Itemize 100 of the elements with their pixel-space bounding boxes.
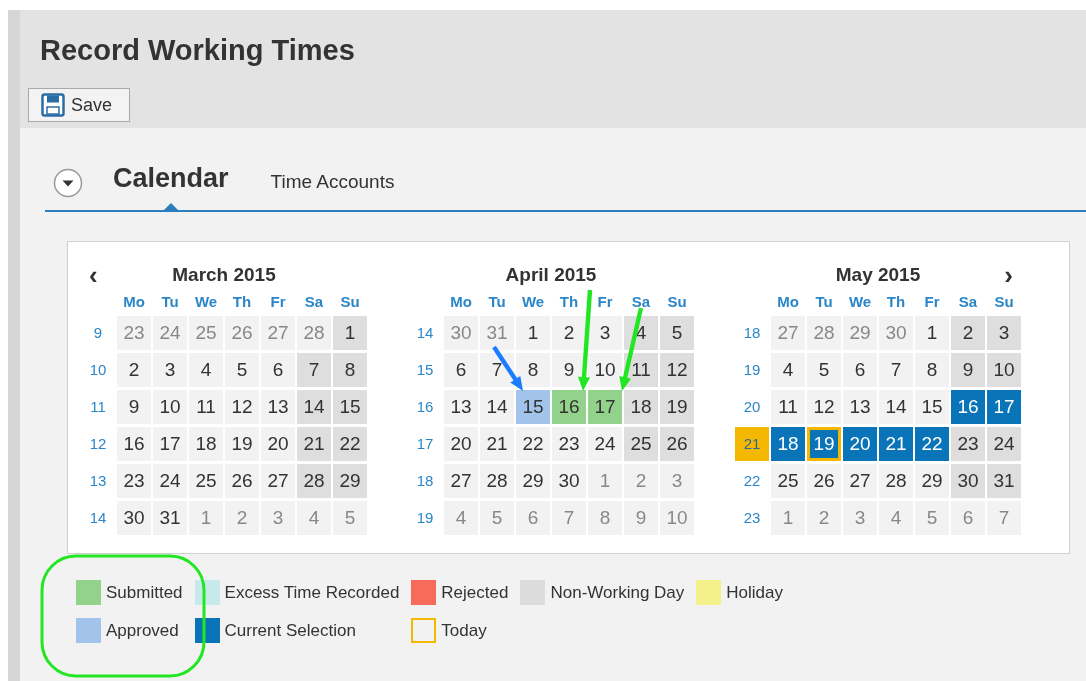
day-cell[interactable]: 11 [189,390,223,424]
day-cell[interactable]: 18 [189,427,223,461]
day-cell[interactable]: 15 [915,390,949,424]
day-cell[interactable]: 9 [117,390,151,424]
day-cell[interactable]: 25 [771,464,805,498]
tab[interactable]: Time Accounts [260,160,405,210]
day-cell[interactable]: 24 [588,427,622,461]
day-cell[interactable]: 22 [333,427,367,461]
day-cell[interactable]: 14 [879,390,913,424]
day-cell[interactable]: 28 [879,464,913,498]
day-cell[interactable]: 19 [660,390,694,424]
day-cell[interactable]: 21 [480,427,514,461]
day-cell[interactable]: 24 [153,464,187,498]
day-cell[interactable]: 27 [843,464,877,498]
day-cell[interactable]: 28 [480,464,514,498]
day-cell[interactable]: 23 [552,427,586,461]
day-cell[interactable]: 4 [771,353,805,387]
day-cell[interactable]: 13 [843,390,877,424]
day-cell[interactable]: 27 [261,464,295,498]
week-number: 19 [742,359,762,380]
day-cell[interactable]: 3 [588,316,622,350]
day-cell[interactable]: 17 [153,427,187,461]
day-cell[interactable]: 16 [951,390,985,424]
day-cell[interactable]: 5 [807,353,841,387]
day-cell[interactable]: 21 [879,427,913,461]
day-cell[interactable]: 9 [951,353,985,387]
day-cell[interactable]: 17 [588,390,622,424]
day-cell[interactable]: 7 [297,353,331,387]
day-cell[interactable]: 3 [153,353,187,387]
day-cell[interactable]: 1 [915,316,949,350]
day-cell[interactable]: 5 [660,316,694,350]
day-cell[interactable]: 11 [771,390,805,424]
tab[interactable]: Calendar [103,160,239,210]
next-month-button[interactable]: › [1004,262,1013,288]
day-cell[interactable]: 30 [117,501,151,535]
day-cell[interactable]: 16 [117,427,151,461]
day-cell[interactable]: 13 [444,390,478,424]
day-cell[interactable]: 20 [261,427,295,461]
day-cell[interactable]: 1 [516,316,550,350]
week-number: 17 [415,433,435,454]
day-cell[interactable]: 24 [987,427,1021,461]
day-cell[interactable]: 15 [516,390,550,424]
day-cell[interactable]: 4 [189,353,223,387]
day-cell[interactable]: 6 [843,353,877,387]
day-cell[interactable]: 14 [480,390,514,424]
day-cell[interactable]: 26 [807,464,841,498]
day-cell[interactable]: 2 [552,316,586,350]
day-cell[interactable]: 31 [987,464,1021,498]
day-cell[interactable]: 14 [297,390,331,424]
day-cell[interactable]: 8 [915,353,949,387]
day-cell[interactable]: 8 [333,353,367,387]
day-cell[interactable]: 21 [297,427,331,461]
day-cell[interactable]: 10 [987,353,1021,387]
day-cell[interactable]: 29 [333,464,367,498]
day-cell[interactable]: 16 [552,390,586,424]
day-cell[interactable]: 10 [588,353,622,387]
day-cell[interactable]: 8 [516,353,550,387]
day-cell[interactable]: 22 [915,427,949,461]
day-cell[interactable]: 19 [225,427,259,461]
day-cell[interactable]: 6 [261,353,295,387]
day-cell[interactable]: 25 [624,427,658,461]
legend-label: Non-Working Day [550,582,685,604]
day-cell[interactable]: 2 [117,353,151,387]
day-cell[interactable]: 20 [843,427,877,461]
legend-label: Approved [106,619,179,642]
save-button[interactable]: Save [28,88,130,122]
day-cell[interactable]: 28 [297,464,331,498]
day-cell[interactable]: 5 [225,353,259,387]
day-cell[interactable]: 26 [225,464,259,498]
day-cell[interactable]: 19 [807,427,841,461]
day-cell[interactable]: 25 [189,464,223,498]
day-cell[interactable]: 18 [771,427,805,461]
day-cell[interactable]: 22 [516,427,550,461]
day-cell[interactable]: 12 [807,390,841,424]
day-cell[interactable]: 15 [333,390,367,424]
day-cell[interactable]: 18 [624,390,658,424]
day-cell[interactable]: 17 [987,390,1021,424]
day-cell[interactable]: 3 [987,316,1021,350]
day-cell[interactable]: 23 [117,464,151,498]
day-cell[interactable]: 1 [333,316,367,350]
day-cell[interactable]: 12 [660,353,694,387]
day-cell[interactable]: 13 [261,390,295,424]
day-cell[interactable]: 10 [153,390,187,424]
weekday-header: Tu [160,291,180,312]
day-cell[interactable]: 29 [915,464,949,498]
day-cell[interactable]: 31 [153,501,187,535]
collapse-icon[interactable] [53,168,83,198]
day-cell[interactable]: 20 [444,427,478,461]
day-cell[interactable]: 27 [444,464,478,498]
day-cell[interactable]: 2 [951,316,985,350]
day-cell[interactable]: 12 [225,390,259,424]
day-cell[interactable]: 26 [660,427,694,461]
day-cell[interactable]: 29 [516,464,550,498]
day-cell[interactable]: 23 [951,427,985,461]
day-cell[interactable]: 7 [879,353,913,387]
day-cell[interactable]: 30 [552,464,586,498]
week-number: 9 [92,322,104,343]
previous-month-button[interactable]: ‹ [89,262,98,288]
day-cell[interactable]: 6 [444,353,478,387]
day-cell[interactable]: 30 [951,464,985,498]
